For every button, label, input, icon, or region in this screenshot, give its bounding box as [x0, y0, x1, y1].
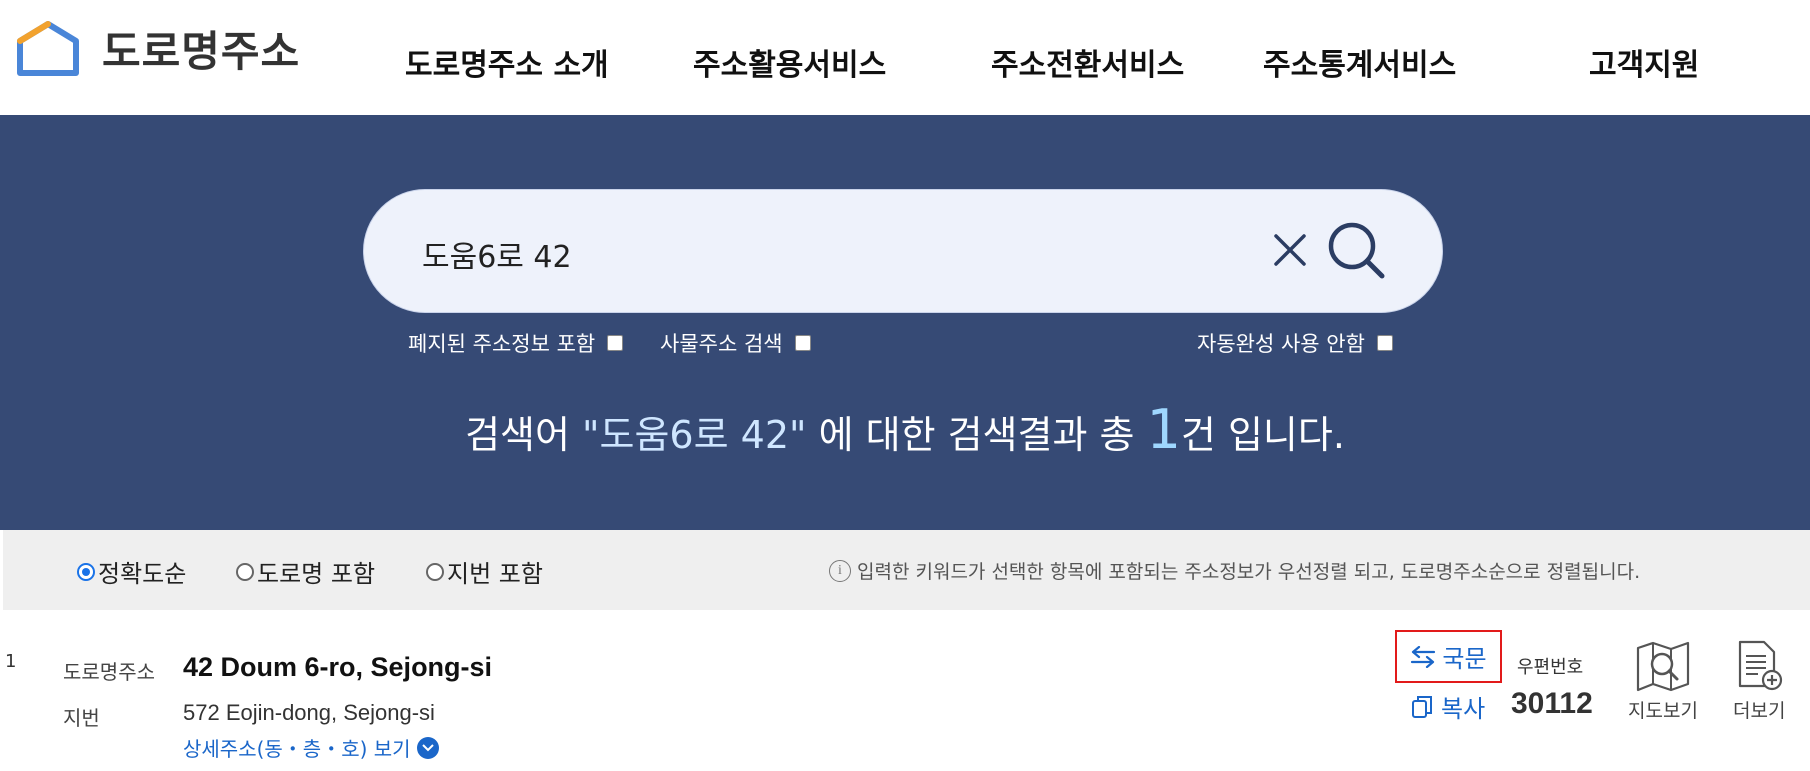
object-address-checkbox[interactable] — [794, 335, 811, 351]
include-abolished-option: 폐지된 주소정보 포함 — [408, 328, 624, 358]
detail-address-label: 상세주소(동・층・호) 보기 — [183, 737, 411, 761]
result-count: 1 — [1146, 398, 1181, 461]
radio-unselected-icon — [426, 562, 444, 581]
sort-info-text: 입력한 키워드가 선택한 항목에 포함되는 주소정보가 우선정렬 되고, 도로명… — [857, 561, 1641, 583]
include-abolished-label: 폐지된 주소정보 포함 — [408, 332, 596, 356]
radio-selected-icon — [77, 562, 95, 581]
search-icon[interactable] — [1326, 220, 1388, 282]
nav-customer-support[interactable]: 고객지원 — [1589, 40, 1699, 84]
document-plus-icon — [1739, 640, 1783, 691]
nav-intro[interactable]: 도로명주소 소개 — [405, 40, 609, 84]
search-hero: 도움6로 42 폐지된 주소정보 포함 사물주소 검색 자동완성 사용 안함 검… — [0, 115, 1810, 530]
no-autocomplete-label: 자동완성 사용 안함 — [1197, 332, 1365, 356]
copy-label: 복사 — [1441, 695, 1486, 723]
zip-code-value: 30112 — [1511, 687, 1593, 720]
result-suffix: 건 입니다. — [1180, 413, 1345, 457]
road-address-value: 42 Doum 6-ro, Sejong-si — [183, 652, 493, 682]
copy-icon — [1412, 695, 1432, 718]
result-middle: 에 대한 검색결과 총 — [806, 413, 1147, 457]
no-autocomplete-checkbox[interactable] — [1376, 335, 1393, 351]
info-icon: i — [829, 559, 851, 582]
nav-conversion-services[interactable]: 주소전환서비스 — [991, 40, 1184, 84]
logo-house-icon — [17, 20, 79, 76]
result-prefix: 검색어 — [465, 413, 583, 457]
map-search-icon — [1636, 641, 1690, 692]
sort-info: i 입력한 키워드가 선택한 항목에 포함되는 주소정보가 우선정렬 되고, 도… — [829, 557, 1640, 584]
sort-jibun-label: 지번 포함 — [447, 560, 543, 588]
chevron-down-icon — [416, 736, 439, 759]
sort-road-name-label: 도로명 포함 — [257, 560, 376, 588]
search-input[interactable]: 도움6로 42 — [422, 232, 572, 276]
map-view-button[interactable]: 지도보기 — [1628, 640, 1698, 723]
nav-utilization-services[interactable]: 주소활용서비스 — [693, 40, 886, 84]
sort-road-name-radio[interactable]: 도로명 포함 — [236, 554, 375, 589]
clear-icon[interactable] — [1270, 230, 1310, 270]
detail-address-link[interactable]: 상세주소(동・층・호) 보기 — [183, 733, 439, 762]
result-number: 1 — [5, 651, 17, 672]
search-box[interactable]: 도움6로 42 — [363, 189, 1443, 313]
korean-toggle-button[interactable]: 국문 — [1395, 630, 1502, 683]
logo-text: 도로명주소 — [102, 27, 301, 76]
copy-button[interactable]: 복사 — [1411, 689, 1485, 724]
nav-statistics-services[interactable]: 주소통계서비스 — [1263, 40, 1456, 84]
sort-bar: 정확도순 도로명 포함 지번 포함 i 입력한 키워드가 선택한 항목에 포함되… — [3, 530, 1810, 610]
swap-arrows-icon — [1411, 645, 1436, 668]
search-result-summary: 검색어 "도움6로 42" 에 대한 검색결과 총 1건 입니다. — [0, 398, 1810, 461]
sort-accuracy-radio[interactable]: 정확도순 — [77, 554, 186, 589]
sort-accuracy-label: 정확도순 — [98, 560, 187, 588]
zip-code-label: 우편번호 — [1517, 657, 1584, 678]
include-abolished-checkbox[interactable] — [607, 335, 624, 351]
jibun-address-label: 지번 — [63, 706, 100, 730]
site-header: 도로명주소 도로명주소 소개 주소활용서비스 주소전환서비스 주소통계서비스 고… — [0, 0, 1810, 115]
site-logo[interactable]: 도로명주소 — [16, 18, 300, 79]
no-autocomplete-option: 자동완성 사용 안함 — [1197, 328, 1393, 358]
result-row: 1 도로명주소 42 Doum 6-ro, Sejong-si 지번 572 E… — [0, 615, 1810, 771]
jibun-address-value: 572 Eojin-dong, Sejong-si — [183, 700, 435, 725]
road-address-label: 도로명주소 — [63, 660, 155, 684]
radio-unselected-icon — [236, 562, 254, 581]
korean-toggle-label: 국문 — [1442, 645, 1487, 673]
object-address-option: 사물주소 검색 — [660, 328, 811, 358]
more-label: 더보기 — [1733, 700, 1786, 722]
object-address-label: 사물주소 검색 — [660, 332, 783, 356]
result-keyword: "도움6로 42" — [582, 413, 807, 457]
more-button[interactable]: 더보기 — [1733, 640, 1785, 723]
sort-jibun-radio[interactable]: 지번 포함 — [426, 554, 543, 589]
map-view-label: 지도보기 — [1628, 700, 1698, 722]
